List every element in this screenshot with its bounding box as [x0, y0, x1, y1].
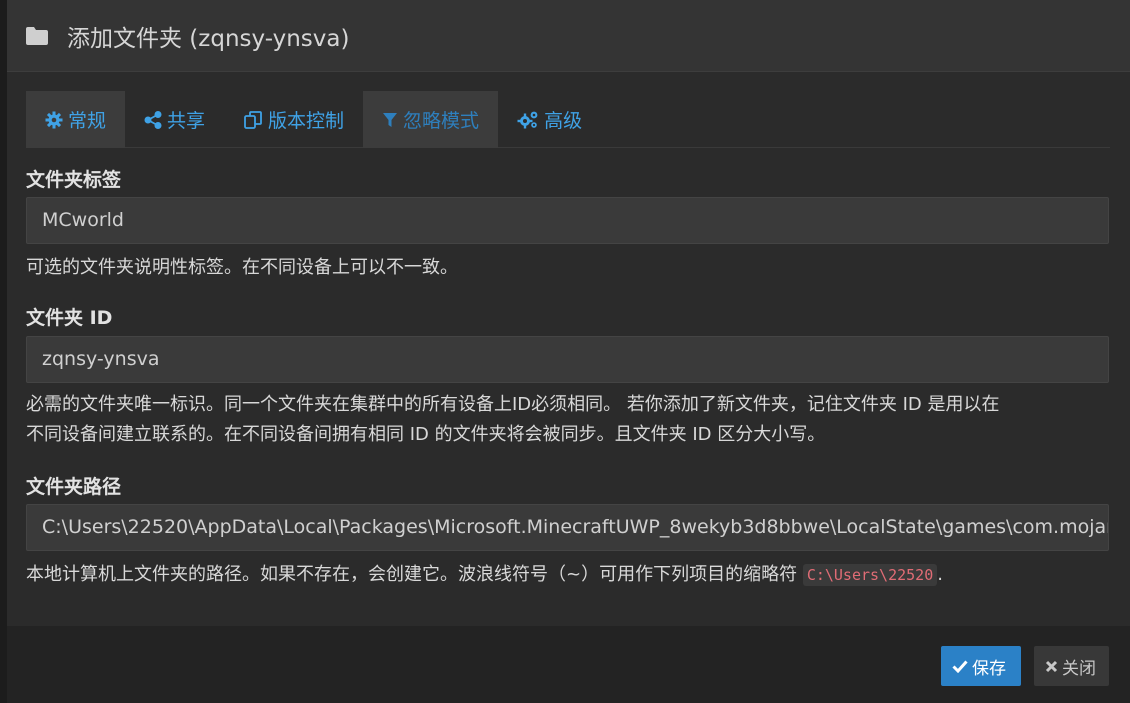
folder-icon [26, 26, 48, 45]
folder-path-help-end: . [937, 564, 943, 585]
folder-id-help: 必需的文件夹唯一标识。同一个文件夹在集群中的所有设备上ID必须相同。 若你添加了… [26, 390, 1116, 450]
save-button[interactable]: 保存 [941, 646, 1021, 686]
tab-advanced-label: 高级 [544, 110, 583, 132]
dialog-footer: 保存 关闭 [7, 626, 1130, 703]
tab-sharing[interactable]: 共享 [125, 91, 224, 148]
tab-sharing-label: 共享 [167, 110, 206, 132]
folder-path-input[interactable]: C:\Users\22520\AppData\Local\Packages\Mi… [26, 504, 1109, 551]
folder-path-help: 本地计算机上文件夹的路径。如果不存在，会创建它。波浪线符号（~）可用作下列项目的… [26, 560, 1116, 590]
folder-id-title: 文件夹 ID [26, 307, 113, 329]
dialog-header: 添加文件夹 (zqnsy-ynsva) [7, 0, 1130, 72]
gear-icon [45, 111, 63, 128]
save-button-label: 保存 [972, 658, 1006, 679]
tab-ignore-patterns-label: 忽略模式 [403, 110, 480, 132]
folder-id-input[interactable]: zqnsy-ynsva [26, 336, 1109, 383]
tab-general-label: 常规 [68, 110, 107, 132]
home-path-code: C:\Users\22520 [802, 564, 938, 586]
dialog-title: 添加文件夹 (zqnsy-ynsva) [67, 25, 350, 52]
copy-icon [244, 110, 262, 129]
tab-ignore-patterns[interactable]: 忽略模式 [363, 91, 499, 148]
tab-bar: 常规 共享 版本控制 忽略模式 高级 [26, 91, 1110, 148]
folder-id-help-line2: 不同设备间建立联系的。在不同设备间拥有相同 ID 的文件夹将会被同步。且文件夹 … [26, 424, 826, 445]
tab-advanced[interactable]: 高级 [498, 91, 601, 148]
folder-label-input[interactable]: MCworld [26, 197, 1109, 244]
folder-label-title: 文件夹标签 [26, 169, 122, 191]
folder-path-title: 文件夹路径 [26, 476, 122, 498]
tab-versioning[interactable]: 版本控制 [224, 91, 363, 148]
check-icon [952, 660, 968, 673]
folder-label-help: 可选的文件夹说明性标签。在不同设备上可以不一致。 [26, 257, 458, 278]
share-icon [144, 110, 162, 129]
folder-path-help-text: 本地计算机上文件夹的路径。如果不存在，会创建它。波浪线符号（~）可用作下列项目的… [26, 564, 798, 585]
tab-general[interactable]: 常规 [26, 91, 126, 148]
cogs-icon [517, 111, 538, 128]
close-button-label: 关闭 [1062, 658, 1096, 679]
close-button[interactable]: 关闭 [1034, 646, 1109, 686]
folder-id-help-line1: 必需的文件夹唯一标识。同一个文件夹在集群中的所有设备上ID必须相同。 若你添加了… [26, 394, 1000, 415]
filter-icon [383, 112, 398, 127]
add-folder-dialog: 添加文件夹 (zqnsy-ynsva) 常规 共享 版本控制 忽略模式 高级 文… [7, 0, 1130, 703]
close-icon [1045, 660, 1058, 672]
dialog-body: 常规 共享 版本控制 忽略模式 高级 文件夹标签 MCworld 可选的文件夹说… [7, 73, 1130, 626]
tab-versioning-label: 版本控制 [268, 110, 345, 132]
